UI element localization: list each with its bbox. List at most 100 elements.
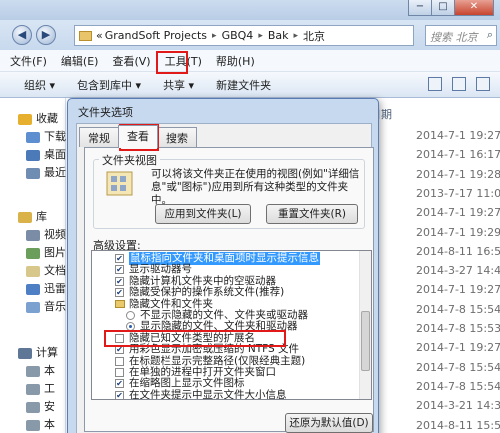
new-folder-button[interactable]: 新建文件夹 [216, 77, 271, 93]
setting-checkbox[interactable]: ✔ [115, 390, 124, 399]
breadcrumb-beijing[interactable]: 北京 [303, 28, 325, 44]
date-cell: 2014-7-1 16:17 [416, 148, 500, 162]
window-controls: − □ ✕ [408, 0, 494, 16]
dialog-title: 文件夹选项 [78, 106, 133, 119]
forward-button[interactable]: ▶ [36, 25, 56, 45]
date-cell: 2014-7-8 15:54 [416, 379, 500, 393]
apply-to-folders-button[interactable]: 应用到文件夹(L) [155, 204, 251, 224]
sidebar-item-label: 工 [44, 382, 55, 395]
breadcrumb-grandsoft[interactable]: GrandSoft Projects [105, 29, 207, 42]
include-in-library-button[interactable]: 包含到库中 ▾ [77, 77, 141, 93]
breadcrumb-separator-icon[interactable]: ▸ [212, 31, 217, 41]
date-cell: 2014-7-8 15:54 [416, 302, 500, 316]
picture-icon [26, 247, 40, 259]
sidebar-item[interactable]: 安 [26, 398, 55, 414]
breadcrumb-separator-icon[interactable]: ▸ [294, 31, 299, 41]
sidebar-item[interactable]: 图片 [26, 244, 66, 260]
setting-checkbox[interactable]: ✔ [115, 276, 124, 286]
drive-icon [26, 419, 40, 431]
minimize-button[interactable]: − [408, 0, 432, 16]
sidebar-item-label: 安 [44, 400, 55, 413]
menu-edit[interactable]: 编辑(E) [61, 53, 99, 69]
thunder-icon [26, 283, 40, 295]
date-cell: 2014-7-8 15:53 [416, 322, 500, 335]
sidebar-item-label: 收藏 [36, 112, 58, 125]
setting-checkbox[interactable] [115, 333, 124, 343]
maximize-button[interactable]: □ [431, 0, 455, 16]
sidebar-item[interactable]: 收藏 [18, 110, 58, 126]
organize-button[interactable]: 组织 ▾ [24, 77, 55, 93]
setting-checkbox[interactable]: ✔ [115, 379, 124, 389]
date-cell: 2014-8-11 15:53 [416, 418, 500, 432]
recent-icon [26, 167, 40, 179]
sidebar-item[interactable]: 桌面 [26, 146, 66, 162]
menu-bar: 文件(F) 编辑(E) 查看(V) 工具(T) 帮助(H) [0, 50, 500, 72]
sidebar-item[interactable]: 工 [26, 380, 55, 396]
sidebar-item[interactable]: 本 [26, 416, 55, 432]
date-cell: 2014-7-1 19:27 [416, 129, 500, 142]
share-button[interactable]: 共享 ▾ [163, 77, 194, 93]
scrollbar-thumb[interactable] [361, 311, 370, 371]
date-cell: 2014-3-21 14:36 [416, 399, 500, 413]
date-cell: 2014-7-1 19:28 [416, 167, 500, 181]
close-button[interactable]: ✕ [454, 0, 494, 16]
sidebar-item[interactable]: 最近 [26, 164, 66, 180]
preview-pane-icon[interactable] [452, 77, 466, 91]
sidebar-item-label: 音乐 [44, 300, 66, 313]
menu-help[interactable]: 帮助(H) [216, 53, 255, 69]
menu-view[interactable]: 查看(V) [112, 53, 150, 69]
address-bar[interactable]: « GrandSoft Projects ▸ GBQ4 ▸ Bak ▸ 北京 [74, 25, 414, 46]
setting-radio[interactable] [126, 322, 135, 332]
setting-checkbox[interactable]: ✔ [115, 288, 124, 298]
breadcrumb-gbq4[interactable]: GBQ4 [222, 29, 254, 42]
date-cell: 2013-7-17 11:03 [416, 186, 500, 200]
sidebar-item-label: 库 [36, 210, 47, 223]
folder-view-legend: 文件夹视图 [99, 152, 160, 168]
sidebar-item[interactable]: 音乐 [26, 298, 66, 314]
tab-search[interactable]: 搜索 [157, 127, 197, 147]
tab-general[interactable]: 常规 [79, 127, 119, 147]
video-icon [26, 229, 40, 241]
search-icon[interactable]: ⌕ [487, 28, 493, 42]
breadcrumb-bak[interactable]: Bak [268, 29, 289, 42]
computer-icon [18, 347, 32, 359]
setting-checkbox[interactable] [115, 356, 124, 366]
date-cell: 2014-7-1 19:29 [416, 225, 500, 239]
change-view-icon[interactable] [428, 77, 442, 91]
sidebar-item-label: 最近 [44, 166, 66, 179]
search-input[interactable]: 搜索 北京 ⌕ [425, 25, 497, 46]
sidebar-item[interactable]: 视频 [26, 226, 66, 242]
sidebar-item[interactable]: 计算 [18, 344, 58, 360]
sidebar-item[interactable]: 迅雷 [26, 280, 66, 296]
address-row: ◀ ▶ « GrandSoft Projects ▸ GBQ4 ▸ Bak ▸ … [0, 20, 500, 50]
menu-file[interactable]: 文件(F) [10, 53, 47, 69]
help-icon[interactable] [476, 77, 490, 91]
restore-defaults-button[interactable]: 还原为默认值(D) [285, 413, 373, 433]
setting-checkbox[interactable]: ✔ [115, 265, 124, 275]
sidebar-item[interactable]: 本 [26, 362, 55, 378]
sidebar-item[interactable]: 库 [18, 208, 47, 224]
reset-folders-button[interactable]: 重置文件夹(R) [266, 204, 358, 224]
folder-icon [115, 299, 125, 308]
date-cell: 2014-3-27 14:44 [416, 264, 500, 278]
tab-view[interactable]: 查看 [118, 125, 158, 148]
sidebar-item[interactable]: 文档 [26, 262, 66, 278]
date-cell: 2014-7-1 19:27 [416, 206, 500, 220]
breadcrumb-separator-icon[interactable]: ▸ [258, 31, 263, 41]
sidebar-item-label: 下载 [44, 130, 66, 143]
menu-tools[interactable]: 工具(T) [165, 53, 202, 69]
drive-icon [26, 401, 40, 413]
sidebar-item-label: 桌面 [44, 148, 66, 161]
address-overflow[interactable]: « [96, 29, 103, 42]
back-button[interactable]: ◀ [12, 25, 32, 45]
setting-radio[interactable] [126, 311, 135, 320]
sidebar-item[interactable]: 下载 [26, 128, 66, 144]
download-folder-icon [26, 131, 40, 143]
date-cell: 2014-7-8 15:54 [416, 360, 500, 374]
setting-checkbox[interactable]: ✔ [115, 345, 124, 355]
settings-scrollbar[interactable] [359, 251, 371, 399]
date-cell: 2014-7-1 19:27 [416, 341, 500, 355]
setting-checkbox[interactable] [115, 368, 124, 377]
setting-checkbox[interactable]: ✔ [115, 254, 124, 263]
folder-view-description: 可以将该文件夹正在使用的视图(例如"详细信息"或"图标")应用到所有这种类型的文… [151, 168, 360, 206]
